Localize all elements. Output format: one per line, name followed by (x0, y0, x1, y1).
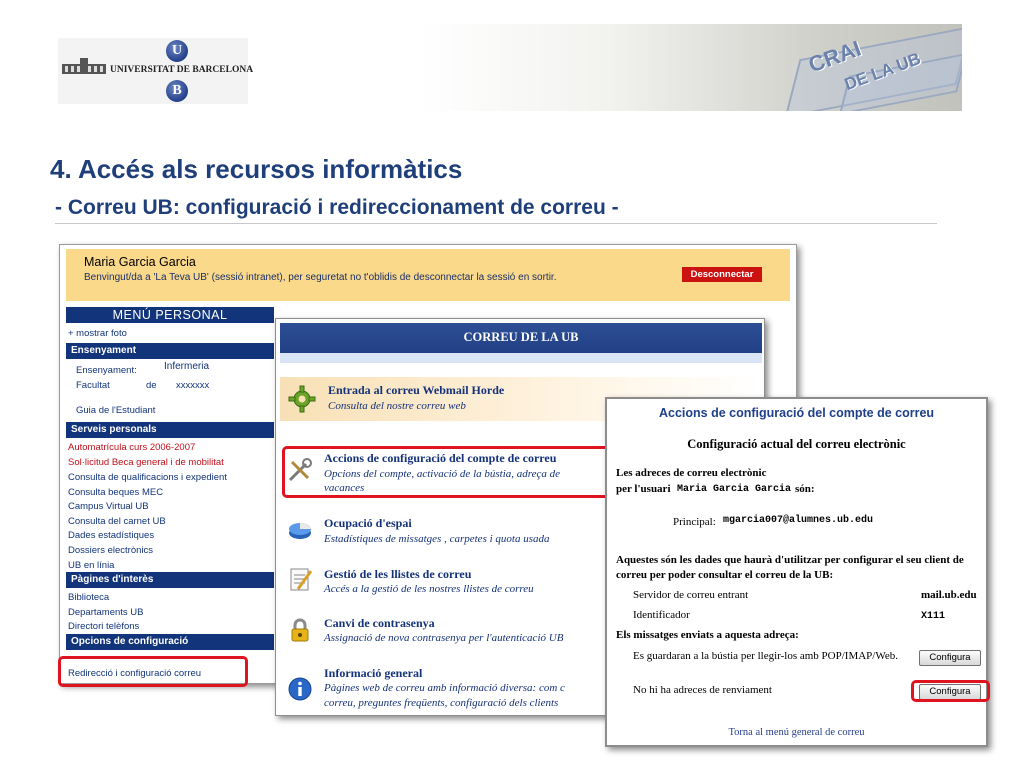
no-forward-text: No hi ha adreces de renviament (633, 684, 772, 696)
config-current-title: Configuració actual del correu electròni… (687, 437, 906, 451)
menu-item-departaments[interactable]: Departaments UB (68, 607, 144, 618)
welcome-bar: Maria Garcia Garcia Benvingut/da a 'La T… (66, 249, 790, 301)
section-serveis: Serveis personals (66, 422, 274, 438)
webmail-title[interactable]: Entrada al correu Webmail Horde (328, 383, 504, 398)
principal-value: mgarcia007@alumnes.ub.edu (723, 515, 874, 526)
client-line2: correu per poder consultar el correu de … (616, 569, 834, 581)
menu-item-beques-mec[interactable]: Consulta beques MEC (68, 487, 163, 498)
highlight-configura (911, 680, 990, 702)
section-opcions: Opcions de configuració (66, 634, 274, 650)
title-divider (55, 223, 937, 224)
crai-banner: CRAI DE LA UB (418, 24, 962, 111)
section-pagines: Pàgines d'interès (66, 572, 274, 588)
lock-icon (291, 618, 309, 642)
correu-header-title: CORREU DE LA UB (463, 330, 579, 344)
menu-item-automatricula[interactable]: Automatrícula curs 2006-2007 (68, 442, 195, 453)
info-desc-line2: correu, preguntes freqüents, configuraci… (324, 697, 559, 709)
slide-title: 4. Accés als recursos informàtics (50, 154, 463, 184)
info-title[interactable]: Informació general (324, 666, 422, 681)
university-name: UNIVERSITAT DE BARCELONA (110, 65, 254, 75)
back-to-menu-link[interactable]: Torna al menú general de correu (607, 727, 986, 738)
menu-item-biblioteca[interactable]: Biblioteca (68, 592, 109, 603)
slide-subtitle: - Correu UB: configuració i redirecciona… (55, 196, 619, 219)
contrasenya-desc: Assignació de nova contrasenya per l'aut… (324, 632, 564, 644)
ensenyament-label: Ensenyament: (76, 365, 137, 376)
section-ensenyament: Ensenyament (66, 343, 274, 359)
info-desc-line1: Pàgines web de correu amb informació div… (324, 682, 565, 694)
llistes-title[interactable]: Gestió de les llistes de correu (324, 567, 471, 582)
logo-b-circle: B (166, 80, 188, 102)
facultat-value: xxxxxxx (176, 380, 210, 391)
gear-icon (288, 385, 316, 413)
espai-title[interactable]: Ocupació d'espai (324, 516, 412, 531)
configure-storage-button[interactable]: Configura (919, 650, 981, 666)
addresses-line2-suffix: són: (795, 483, 815, 495)
university-building-icon (62, 58, 106, 74)
disk-usage-icon (289, 523, 311, 539)
server-label: Servidor de correu entrant (633, 589, 749, 601)
menu-item-dossiers[interactable]: Dossiers electrònics (68, 545, 153, 556)
personal-menu: MENÚ PERSONAL + mostrar foto Ensenyament… (66, 307, 274, 683)
menu-item-dades[interactable]: Dades estadístiques (68, 530, 154, 541)
menu-item-carnet[interactable]: Consulta del carnet UB (68, 516, 166, 527)
logo-u-circle: U (166, 40, 188, 62)
menu-item-directori[interactable]: Directori telèfons (68, 621, 139, 632)
id-label: Identificador (633, 609, 690, 621)
logout-button[interactable]: Desconnectar (682, 267, 762, 282)
sent-heading: Els missatges enviats a aquesta adreça: (616, 629, 799, 641)
principal-label: Principal: (673, 516, 716, 528)
highlight-redireccio (58, 656, 248, 687)
menu-item-campus-virtual[interactable]: Campus Virtual UB (68, 501, 149, 512)
stored-text: Es guardaran a la bústia per llegir-los … (633, 650, 898, 662)
addresses-line2-prefix: per l'usuari (616, 483, 671, 495)
menu-item-qualificacions[interactable]: Consulta de qualificacions i expedient (68, 472, 227, 483)
config-window-title: Accions de configuració del compte de co… (658, 406, 935, 420)
menu-title: MENÚ PERSONAL (66, 307, 274, 323)
show-photo-link[interactable]: + mostrar foto (68, 328, 127, 339)
welcome-message: Benvingut/da a 'La Teva UB' (sessió intr… (84, 272, 557, 283)
menu-item-ub-en-linia[interactable]: UB en línia (68, 560, 114, 571)
ensenyament-value: Infermeria (164, 361, 210, 372)
highlight-accions (282, 446, 610, 498)
client-line1: Aquestes són les dades que haurà d'utili… (616, 554, 964, 566)
webmail-desc: Consulta del nostre correu web (328, 400, 466, 412)
list-notepad-icon (290, 568, 313, 591)
espai-desc: Estadístiques de missatges , carpetes i … (324, 533, 550, 545)
contrasenya-title[interactable]: Canvi de contrasenya (324, 616, 435, 631)
facultat-label: Facultat (76, 380, 110, 391)
llistes-desc: Accés a la gestió de les nostres llistes… (324, 583, 534, 595)
menu-item-beca[interactable]: Sol·licitud Beca general i de mobilitat (68, 457, 224, 468)
user-name: Maria Garcia Garcia (84, 255, 196, 269)
university-logo: U UNIVERSITAT DE BARCELONA B (58, 38, 253, 104)
facultat-de: de (146, 380, 157, 391)
server-value: mail.ub.edu (921, 589, 977, 601)
student-guide-link[interactable]: Guia de l'Estudiant (76, 405, 155, 416)
addresses-user: Maria Garcia Garcia (677, 484, 792, 495)
addresses-line1: Les adreces de correu electrònic (616, 467, 767, 479)
correu-header-stripe (280, 353, 762, 363)
correu-header: CORREU DE LA UB (280, 323, 762, 363)
info-icon (288, 677, 312, 701)
id-value: X111 (921, 611, 946, 622)
